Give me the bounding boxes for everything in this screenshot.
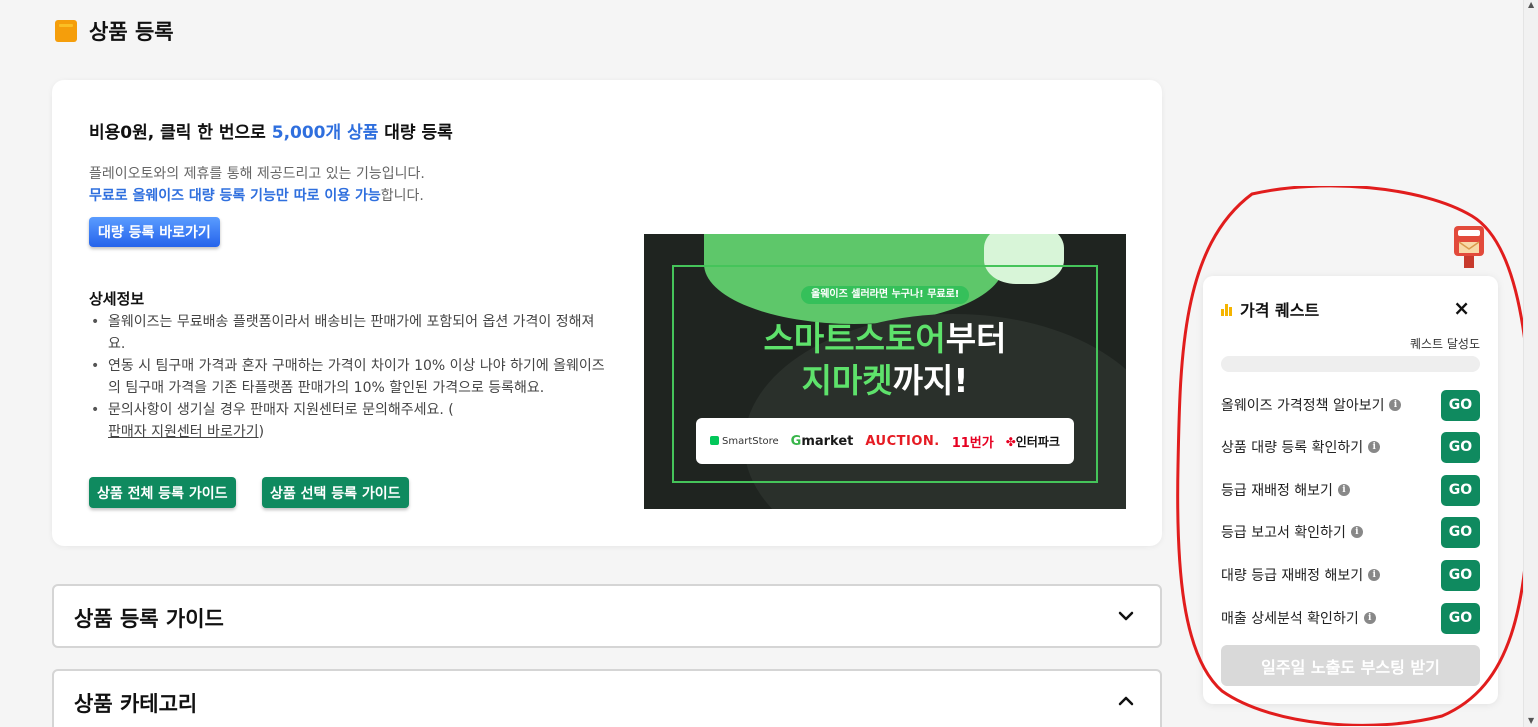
bulk-register-shortcut-button[interactable]: 대량 등록 바로가기 xyxy=(89,217,220,247)
quest-item-text: 매출 상세분석 확인하기 xyxy=(1221,611,1359,627)
quest-progress-label: 퀘스트 달성도 xyxy=(1409,337,1480,351)
chevron-up-icon xyxy=(1118,696,1134,706)
details-list: 올웨이즈는 무료배송 플랫폼이라서 배송비는 판매가에 포함되어 옵션 가격이 … xyxy=(89,311,609,443)
banner-gmarket: 지마켓 xyxy=(801,361,893,400)
page-title: 상품 등록 xyxy=(89,20,174,44)
info-icon[interactable]: i xyxy=(1368,441,1381,453)
accordion-title: 상품 카테고리 xyxy=(74,692,198,716)
details-item: 문의사항이 생기실 경우 판매자 지원센터로 문의해주세요. ( 판매자 지원센터… xyxy=(89,399,609,443)
bulk-register-card: 비용0원, 클릭 한 번으로 5,000개 상품 대량 등록 플레이오토와의 제… xyxy=(52,80,1162,546)
interpark-text: 인터파크 xyxy=(1015,434,1060,449)
scroll-down-icon[interactable]: ▼ xyxy=(1528,716,1534,725)
quest-item-label: 올웨이즈 가격정책 알아보기 i xyxy=(1221,395,1402,415)
quest-item: 대량 등급 재배정 해보기 i GO xyxy=(1221,559,1480,591)
scroll-up-icon[interactable]: ▲ xyxy=(1528,0,1534,9)
details-title: 상세정보 xyxy=(89,290,145,308)
quest-item-label: 상품 대량 등록 확인하기 i xyxy=(1221,437,1381,457)
quest-title: 가격 퀘스트 xyxy=(1240,301,1320,320)
bar-chart-icon xyxy=(1221,303,1235,316)
page-scrollbar[interactable]: ▲ ▼ xyxy=(1523,0,1538,727)
page-header: 상품 등록 xyxy=(55,16,174,46)
accordion-product-guide[interactable]: 상품 등록 가이드 xyxy=(52,584,1162,648)
promo-title: 비용0원, 클릭 한 번으로 5,000개 상품 대량 등록 xyxy=(89,118,453,143)
accordion-product-category[interactable]: 상품 카테고리 xyxy=(52,669,1162,727)
quest-item: 등급 보고서 확인하기 i GO xyxy=(1221,516,1480,548)
smartstore-logo: SmartStore xyxy=(709,435,779,447)
quest-item-label: 대량 등급 재배정 해보기 i xyxy=(1221,565,1381,585)
details-item-close: ) xyxy=(258,424,265,440)
11st-logo: 11번가 xyxy=(951,435,994,451)
quest-progress-bar xyxy=(1221,356,1480,372)
boost-exposure-button[interactable]: 일주일 노출도 부스팅 받기 xyxy=(1221,645,1480,686)
quest-go-button[interactable]: GO xyxy=(1441,431,1480,463)
promo-title-highlight: 5,000개 상품 xyxy=(271,123,379,143)
quest-item-text: 올웨이즈 가격정책 알아보기 xyxy=(1221,398,1385,414)
quest-item-text: 상품 대량 등록 확인하기 xyxy=(1221,440,1364,456)
quest-go-button[interactable]: GO xyxy=(1441,389,1480,421)
quest-item: 매출 상세분석 확인하기 i GO xyxy=(1221,602,1480,634)
quest-item-label: 매출 상세분석 확인하기 i xyxy=(1221,608,1376,628)
quest-item-text: 대량 등급 재배정 해보기 xyxy=(1221,568,1364,584)
promo-title-pre: 비용0원, 클릭 한 번으로 xyxy=(89,123,272,143)
seller-support-link[interactable]: 판매자 지원센터 바로가기 xyxy=(108,424,259,440)
quest-go-button[interactable]: GO xyxy=(1441,474,1480,506)
banner-pill: 올웨이즈 셀러라면 누구나! 무료로! xyxy=(801,286,970,304)
banner-from: 부터 xyxy=(945,319,1007,358)
info-icon[interactable]: i xyxy=(1363,612,1376,624)
info-icon[interactable]: i xyxy=(1337,484,1350,496)
price-quest-panel: 가격 퀘스트 × 퀘스트 달성도 올웨이즈 가격정책 알아보기 i GO 상품 대… xyxy=(1203,276,1498,704)
smartstore-text: SmartStore xyxy=(721,435,779,447)
free-highlight: 무료로 올웨이즈 대량 등록 기능만 따로 이용 가능 xyxy=(89,188,381,204)
promo-banner: 올웨이즈 셀러라면 누구나! 무료로! 스마트스토어부터 지마켓까지! Smar… xyxy=(644,234,1126,509)
close-icon[interactable]: × xyxy=(1453,298,1470,318)
gmarket-g: G xyxy=(790,433,802,449)
quest-item-label: 등급 보고서 확인하기 i xyxy=(1221,522,1363,542)
promo-title-post: 대량 등록 xyxy=(378,123,453,143)
info-icon[interactable]: i xyxy=(1350,526,1363,538)
box-icon xyxy=(55,20,77,42)
details-item: 올웨이즈는 무료배송 플랫폼이라서 배송비는 판매가에 포함되어 옵션 가격이 … xyxy=(89,311,609,355)
details-item: 연동 시 팀구매 가격과 혼자 구매하는 가격이 차이가 10% 이상 나야 하… xyxy=(89,355,609,399)
banner-smartstore: 스마트스토어 xyxy=(763,319,946,358)
quest-item: 상품 대량 등록 확인하기 i GO xyxy=(1221,431,1480,463)
interpark-icon: ✤ xyxy=(1005,434,1016,449)
banner-to: 까지! xyxy=(892,361,969,400)
promo-description: 플레이오토와의 제휴를 통해 제공드리고 있는 기능입니다. xyxy=(89,166,425,182)
chevron-down-icon xyxy=(1118,611,1134,621)
quest-go-button[interactable]: GO xyxy=(1441,602,1480,634)
auction-logo: AUCTION. xyxy=(865,433,940,449)
accordion-title: 상품 등록 가이드 xyxy=(74,607,224,631)
banner-headline-1: 스마트스토어부터 xyxy=(644,312,1126,360)
gmarket-logo: Gmarket xyxy=(791,434,854,449)
quest-item-label: 등급 재배정 해보기 i xyxy=(1221,480,1350,500)
guide-all-button[interactable]: 상품 전체 등록 가이드 xyxy=(89,477,236,508)
info-icon[interactable]: i xyxy=(1368,569,1381,581)
gmarket-rest: market xyxy=(801,433,854,449)
interpark-logo: ✤인터파크 xyxy=(1006,433,1060,450)
quest-header: 가격 퀘스트 xyxy=(1221,297,1319,321)
smartstore-icon xyxy=(709,435,719,445)
quest-go-button[interactable]: GO xyxy=(1441,559,1480,591)
quest-item: 올웨이즈 가격정책 알아보기 i GO xyxy=(1221,389,1480,421)
quest-item-text: 등급 보고서 확인하기 xyxy=(1221,525,1346,541)
info-icon[interactable]: i xyxy=(1389,399,1402,411)
free-post: 합니다. xyxy=(380,188,424,204)
mailbox-icon[interactable] xyxy=(1452,224,1486,270)
quest-go-button[interactable]: GO xyxy=(1441,516,1480,548)
guide-select-button[interactable]: 상품 선택 등록 가이드 xyxy=(262,477,409,508)
banner-headline-2: 지마켓까지! xyxy=(644,354,1126,402)
details-item-text: 문의사항이 생기실 경우 판매자 지원센터로 문의해주세요. ( xyxy=(108,402,454,418)
quest-item-text: 등급 재배정 해보기 xyxy=(1221,483,1333,499)
quest-item: 등급 재배정 해보기 i GO xyxy=(1221,474,1480,506)
marketplace-logos: SmartStore Gmarket AUCTION. 11번가 ✤인터파크 xyxy=(696,418,1074,464)
promo-description-free: 무료로 올웨이즈 대량 등록 기능만 따로 이용 가능합니다. xyxy=(89,185,424,205)
